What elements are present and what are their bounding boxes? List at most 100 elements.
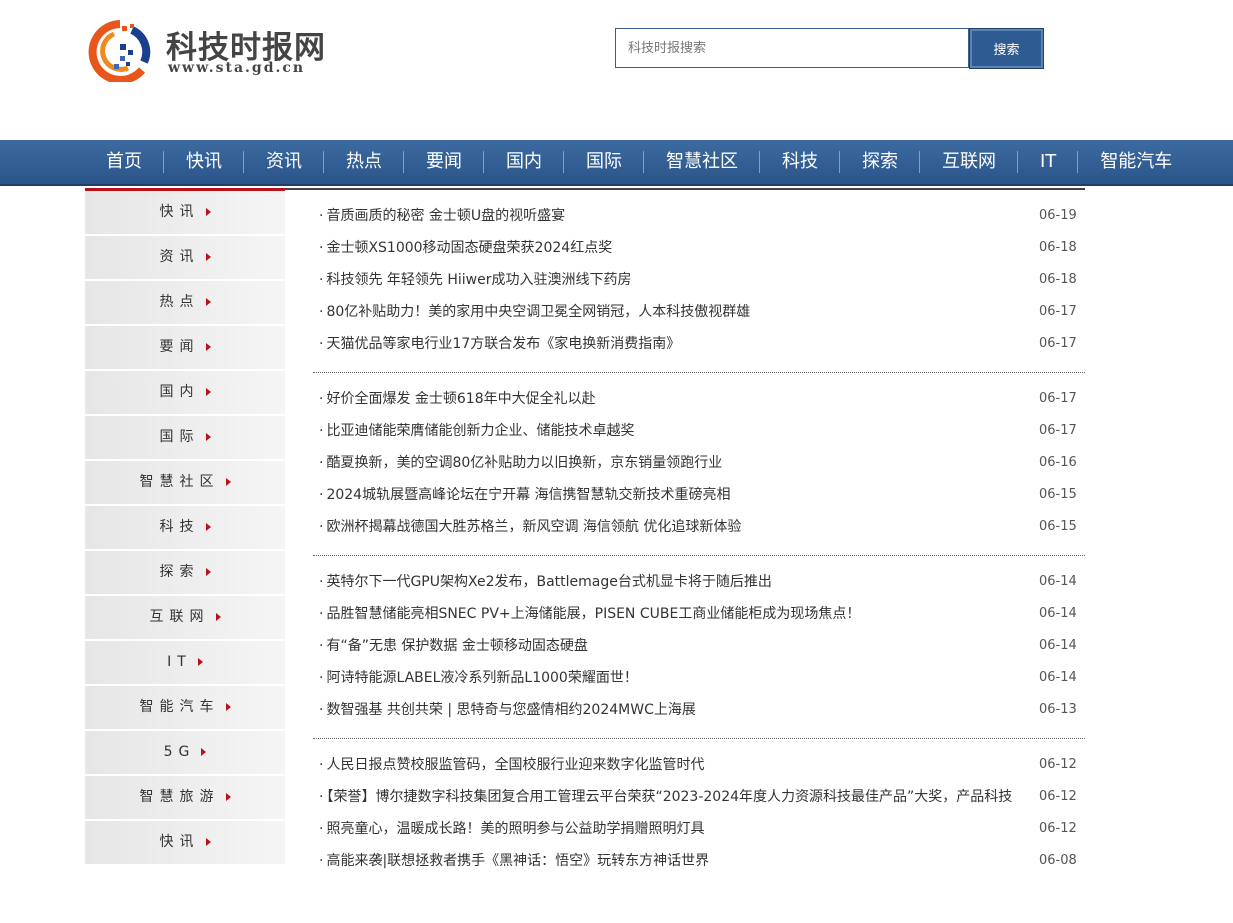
arrow-right-icon bbox=[197, 658, 203, 666]
arrow-right-icon bbox=[205, 298, 211, 306]
sidebar-item-label: 快讯 bbox=[159, 834, 200, 850]
news-date: 06-19 bbox=[1039, 208, 1077, 223]
category-sidebar: 快讯 资讯 热点 要闻 国内 国际 智慧社区 科技 探索 互联网 IT 智能汽车… bbox=[85, 188, 285, 866]
news-row: 【荣誉】博尔捷数字科技集团复合用工管理云平台荣获“2023-2024年度人力资源… bbox=[313, 781, 1085, 813]
arrow-right-icon bbox=[225, 703, 231, 711]
news-row: 照亮童心，温暖成长路！美的照明参与公益助学捐赠照明灯具 06-12 bbox=[313, 813, 1085, 845]
news-date: 06-13 bbox=[1039, 702, 1077, 717]
sidebar-item-label: 科技 bbox=[159, 519, 200, 535]
nav-item-smart-community[interactable]: 智慧社区 bbox=[644, 140, 760, 184]
nav-list: 首页 快讯 资讯 热点 要闻 国内 国际 智慧社区 科技 探索 互联网 IT 智… bbox=[84, 140, 1194, 184]
nav-item-home[interactable]: 首页 bbox=[84, 140, 164, 184]
news-title-link[interactable]: 有“备”无患 保护数据 金士顿移动固态硬盘 bbox=[319, 630, 1034, 662]
news-date: 06-12 bbox=[1039, 757, 1077, 772]
sidebar-item-smart-car[interactable]: 智能汽车 bbox=[85, 686, 285, 729]
news-group: 英特尔下一代GPU架构Xe2发布，Battlemage台式机显卡将于随后推出 06… bbox=[313, 556, 1085, 739]
sidebar-item-label: 快讯 bbox=[159, 204, 200, 220]
sidebar-item-info[interactable]: 资讯 bbox=[85, 236, 285, 279]
news-row: 阿诗特能源LABEL液冷系列新品L1000荣耀面世！ 06-14 bbox=[313, 662, 1085, 694]
news-title-link[interactable]: 80亿补贴助力！美的家用中央空调卫冕全网销冠，人本科技傲视群雄 bbox=[319, 296, 1034, 328]
nav-item-tech[interactable]: 科技 bbox=[760, 140, 840, 184]
news-title-link[interactable]: 阿诗特能源LABEL液冷系列新品L1000荣耀面世！ bbox=[319, 662, 1034, 694]
nav-item-international[interactable]: 国际 bbox=[564, 140, 644, 184]
news-title-link[interactable]: 酷夏换新，美的空调80亿补贴助力以旧换新，京东销量领跑行业 bbox=[319, 447, 1034, 479]
news-row: 欧洲杯揭幕战德国大胜苏格兰，新风空调 海信领航 优化追球新体验 06-15 bbox=[313, 511, 1085, 543]
nav-item-hot[interactable]: 热点 bbox=[324, 140, 404, 184]
sidebar-item-domestic[interactable]: 国内 bbox=[85, 371, 285, 414]
search-input[interactable] bbox=[615, 28, 969, 68]
news-date: 06-12 bbox=[1039, 821, 1077, 836]
news-title-link[interactable]: 比亚迪储能荣膺储能创新力企业、储能技术卓越奖 bbox=[319, 415, 1034, 447]
search-bar: 搜索 bbox=[615, 28, 1045, 70]
search-button[interactable]: 搜索 bbox=[969, 28, 1044, 69]
nav-item-smart-car[interactable]: 智能汽车 bbox=[1078, 140, 1194, 184]
news-title-link[interactable]: 英特尔下一代GPU架构Xe2发布，Battlemage台式机显卡将于随后推出 bbox=[319, 566, 1034, 598]
news-date: 06-08 bbox=[1039, 853, 1077, 868]
news-date: 06-14 bbox=[1039, 638, 1077, 653]
nav-item-explore[interactable]: 探索 bbox=[840, 140, 920, 184]
arrow-right-icon bbox=[205, 343, 211, 351]
news-title-link[interactable]: 金士顿XS1000移动固态硬盘荣获2024红点奖 bbox=[319, 232, 1034, 264]
sidebar-item-label: 智能汽车 bbox=[139, 699, 220, 715]
sidebar-item-label: 5G bbox=[163, 744, 196, 760]
sidebar-item-explore[interactable]: 探索 bbox=[85, 551, 285, 594]
news-row: 金士顿XS1000移动固态硬盘荣获2024红点奖 06-18 bbox=[313, 232, 1085, 264]
sidebar-item-flash-2[interactable]: 快讯 bbox=[85, 821, 285, 864]
news-row: 80亿补贴助力！美的家用中央空调卫冕全网销冠，人本科技傲视群雄 06-17 bbox=[313, 296, 1085, 328]
arrow-right-icon bbox=[225, 478, 231, 486]
nav-item-domestic[interactable]: 国内 bbox=[484, 140, 564, 184]
news-row: 2024城轨展暨高峰论坛在宁开幕 海信携智慧轨交新技术重磅亮相 06-15 bbox=[313, 479, 1085, 511]
sidebar-item-tech[interactable]: 科技 bbox=[85, 506, 285, 549]
news-title-link[interactable]: 欧洲杯揭幕战德国大胜苏格兰，新风空调 海信领航 优化追球新体验 bbox=[319, 511, 1034, 543]
sidebar-item-label: 资讯 bbox=[159, 249, 200, 265]
sidebar-item-label: IT bbox=[167, 654, 192, 670]
news-title-link[interactable]: 好价全面爆发 金士顿618年中大促全礼以赴 bbox=[319, 383, 1034, 415]
news-row: 比亚迪储能荣膺储能创新力企业、储能技术卓越奖 06-17 bbox=[313, 415, 1085, 447]
nav-item-internet[interactable]: 互联网 bbox=[920, 140, 1018, 184]
sidebar-item-smart-community[interactable]: 智慧社区 bbox=[85, 461, 285, 504]
site-logo[interactable]: 科技时报网 www.sta.gd.cn bbox=[84, 18, 344, 84]
sidebar-item-flash[interactable]: 快讯 bbox=[85, 191, 285, 234]
news-row: 数智强基 共创共荣 | 思特奇与您盛情相约2024MWC上海展 06-13 bbox=[313, 694, 1085, 726]
news-title-link[interactable]: 高能来袭|联想拯救者携手《黑神话：悟空》玩转东方神话世界 bbox=[319, 845, 1034, 877]
nav-item-flash[interactable]: 快讯 bbox=[164, 140, 244, 184]
sidebar-item-label: 智慧社区 bbox=[139, 474, 220, 490]
news-row: 英特尔下一代GPU架构Xe2发布，Battlemage台式机显卡将于随后推出 06… bbox=[313, 566, 1085, 598]
arrow-right-icon bbox=[205, 433, 211, 441]
news-row: 好价全面爆发 金士顿618年中大促全礼以赴 06-17 bbox=[313, 383, 1085, 415]
news-title-link[interactable]: 天猫优品等家电行业17方联合发布《家电换新消费指南》 bbox=[319, 328, 1034, 360]
news-title-link[interactable]: 品胜智慧储能亮相SNEC PV+上海储能展，PISEN CUBE工商业储能柜成为… bbox=[319, 598, 1034, 630]
news-date: 06-17 bbox=[1039, 423, 1077, 438]
sidebar-item-international[interactable]: 国际 bbox=[85, 416, 285, 459]
news-date: 06-15 bbox=[1039, 487, 1077, 502]
news-row: 科技领先 年轻领先 Hiiwer成功入驻澳洲线下药房 06-18 bbox=[313, 264, 1085, 296]
news-title-link[interactable]: 科技领先 年轻领先 Hiiwer成功入驻澳洲线下药房 bbox=[319, 264, 1034, 296]
sidebar-item-headlines[interactable]: 要闻 bbox=[85, 326, 285, 369]
sidebar-item-label: 智慧旅游 bbox=[139, 789, 220, 805]
news-date: 06-18 bbox=[1039, 272, 1077, 287]
nav-item-info[interactable]: 资讯 bbox=[244, 140, 324, 184]
news-title-link[interactable]: 【荣誉】博尔捷数字科技集团复合用工管理云平台荣获“2023-2024年度人力资源… bbox=[319, 781, 1034, 813]
nav-item-it[interactable]: IT bbox=[1018, 140, 1079, 184]
arrow-right-icon bbox=[205, 523, 211, 531]
news-date: 06-14 bbox=[1039, 670, 1077, 685]
sidebar-item-5g[interactable]: 5G bbox=[85, 731, 285, 774]
news-title-link[interactable]: 数智强基 共创共荣 | 思特奇与您盛情相约2024MWC上海展 bbox=[319, 694, 1034, 726]
news-row: 天猫优品等家电行业17方联合发布《家电换新消费指南》 06-17 bbox=[313, 328, 1085, 360]
news-date: 06-17 bbox=[1039, 304, 1077, 319]
sidebar-item-smart-travel[interactable]: 智慧旅游 bbox=[85, 776, 285, 819]
news-title-link[interactable]: 人民日报点赞校服监管码，全国校服行业迎来数字化监管时代 bbox=[319, 749, 1034, 781]
news-title-link[interactable]: 2024城轨展暨高峰论坛在宁开幕 海信携智慧轨交新技术重磅亮相 bbox=[319, 479, 1034, 511]
arrow-right-icon bbox=[205, 568, 211, 576]
sidebar-item-hot[interactable]: 热点 bbox=[85, 281, 285, 324]
news-title-link[interactable]: 音质画质的秘密 金士顿U盘的视听盛宴 bbox=[319, 200, 1034, 232]
sidebar-item-internet[interactable]: 互联网 bbox=[85, 596, 285, 639]
arrow-right-icon bbox=[205, 208, 211, 216]
news-title-link[interactable]: 照亮童心，温暖成长路！美的照明参与公益助学捐赠照明灯具 bbox=[319, 813, 1034, 845]
arrow-right-icon bbox=[205, 838, 211, 846]
news-group: 人民日报点赞校服监管码，全国校服行业迎来数字化监管时代 06-12 【荣誉】博尔捷… bbox=[313, 739, 1085, 889]
news-row: 人民日报点赞校服监管码，全国校服行业迎来数字化监管时代 06-12 bbox=[313, 749, 1085, 781]
sidebar-item-it[interactable]: IT bbox=[85, 641, 285, 684]
news-group: 音质画质的秘密 金士顿U盘的视听盛宴 06-19 金士顿XS1000移动固态硬盘荣… bbox=[313, 190, 1085, 373]
nav-item-headlines[interactable]: 要闻 bbox=[404, 140, 484, 184]
